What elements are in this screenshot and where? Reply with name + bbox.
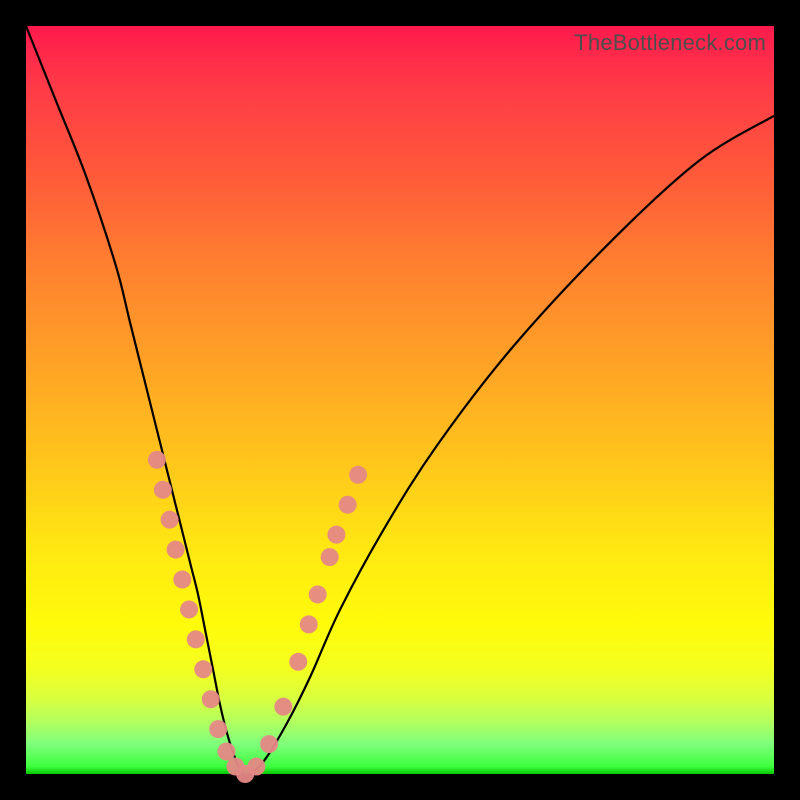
- data-markers: [148, 451, 367, 783]
- data-marker: [161, 511, 179, 529]
- data-marker: [309, 585, 327, 603]
- data-marker: [202, 690, 220, 708]
- data-marker: [194, 660, 212, 678]
- data-marker: [180, 600, 198, 618]
- data-marker: [289, 653, 307, 671]
- chart-plot-area: TheBottleneck.com: [26, 26, 774, 774]
- data-marker: [339, 496, 357, 514]
- data-marker: [300, 615, 318, 633]
- data-marker: [217, 743, 235, 761]
- data-marker: [173, 571, 191, 589]
- data-marker: [321, 548, 339, 566]
- data-marker: [274, 698, 292, 716]
- data-marker: [187, 630, 205, 648]
- data-marker: [260, 735, 278, 753]
- data-marker: [167, 541, 185, 559]
- data-marker: [154, 481, 172, 499]
- data-marker: [247, 758, 265, 776]
- bottleneck-curve: [26, 26, 774, 776]
- data-marker: [148, 451, 166, 469]
- data-marker: [349, 466, 367, 484]
- chart-frame: TheBottleneck.com: [0, 0, 800, 800]
- chart-svg: [26, 26, 774, 774]
- data-marker: [209, 720, 227, 738]
- data-marker: [327, 526, 345, 544]
